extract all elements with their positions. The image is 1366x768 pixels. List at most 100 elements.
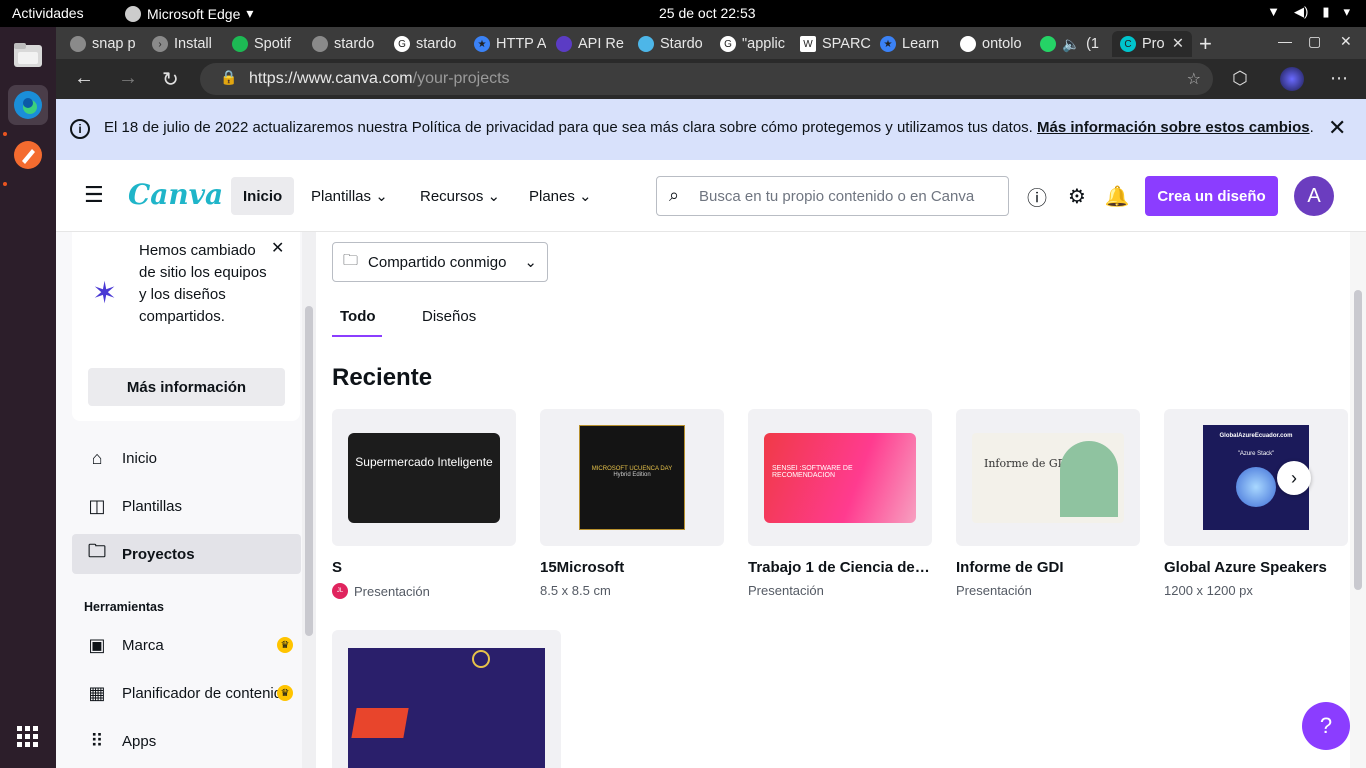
add-favorite-icon[interactable]: ☆ <box>1187 69 1201 89</box>
files-app-icon[interactable] <box>8 35 48 75</box>
browser-tab[interactable]: 🔈 (1 <box>1032 31 1112 57</box>
sidebar-item-proyectos[interactable]: 🗀 Proyectos <box>72 534 301 574</box>
design-type: Presentación <box>354 583 430 599</box>
tab-todo[interactable]: Todo <box>340 308 376 325</box>
browser-tab-active[interactable]: C Pro ✕ <box>1112 31 1192 57</box>
google-icon: G <box>720 36 736 52</box>
browser-tab[interactable]: W SPARC <box>792 31 872 57</box>
back-button[interactable]: ← <box>74 67 94 90</box>
browser-tab[interactable]: snap p <box>62 31 144 57</box>
chevron-down-icon: ⌄ <box>487 188 501 205</box>
nav-planes[interactable]: Planes ⌄ <box>517 177 604 215</box>
profile-avatar[interactable] <box>1280 67 1304 91</box>
show-apps-icon[interactable] <box>8 717 48 757</box>
design-card[interactable]: Supermercado Inteligente S JL Presentació… <box>332 409 516 599</box>
sidebar-item-marca[interactable]: ▣ Marca ♛ <box>72 625 301 665</box>
forward-button[interactable]: → <box>118 67 138 90</box>
whatsapp-icon <box>1040 36 1056 52</box>
browser-tab[interactable]: stardo <box>304 31 384 57</box>
design-title[interactable]: 15Microsoft <box>540 559 724 576</box>
globe-illustration <box>1236 467 1276 507</box>
settings-gear-icon[interactable]: ⚙ <box>1065 184 1089 208</box>
minimize-button[interactable]: — <box>1278 33 1292 49</box>
scrollbar-thumb[interactable] <box>305 306 313 636</box>
browser-tab[interactable]: G "applic <box>712 31 792 57</box>
logo-graphic <box>351 708 409 738</box>
help-button[interactable]: ? <box>1302 702 1350 750</box>
app-menu-label: Microsoft Edge <box>147 5 241 22</box>
activities-button[interactable]: Actividades <box>12 5 84 21</box>
design-thumbnail[interactable]: Informe de GDI <box>956 409 1140 546</box>
tab-disenos[interactable]: Diseños <box>422 308 476 325</box>
app-menu[interactable]: Microsoft Edge ▾ <box>125 5 253 22</box>
browser-tab[interactable]: Stardo <box>630 31 710 57</box>
user-avatar[interactable]: A <box>1294 176 1334 216</box>
address-bar[interactable]: 🔒 https://www.canva.com/your-projects ☆ <box>200 63 1213 95</box>
scrollbar-thumb[interactable] <box>1354 290 1362 590</box>
help-icon[interactable]: ⓘ <box>1025 184 1049 210</box>
thumbnail-preview <box>348 648 545 768</box>
notifications-bell-icon[interactable]: 🔔 <box>1105 184 1130 208</box>
close-tab-icon[interactable]: ✕ <box>1172 36 1184 52</box>
editor-app-icon[interactable] <box>8 135 48 175</box>
system-tray[interactable]: ▼ ◀) ▮ ▾ <box>1267 4 1350 20</box>
carousel-next-button[interactable]: › <box>1277 461 1311 495</box>
maximize-button[interactable]: ▢ <box>1308 33 1321 50</box>
design-thumbnail[interactable]: Supermercado Inteligente <box>332 409 516 546</box>
search-input[interactable] <box>699 185 999 207</box>
nav-recursos[interactable]: Recursos ⌄ <box>408 177 512 215</box>
browser-tab[interactable]: Gstardo <box>386 31 466 57</box>
new-tab-button[interactable]: + <box>1199 31 1212 57</box>
sidebar-scrollbar[interactable] <box>302 232 316 768</box>
design-card[interactable]: SENSEI :SOFTWARE DE RECOMENDACION Trabaj… <box>748 409 932 598</box>
sidebar-item-planificador[interactable]: ▦ Planificador de contenido ♛ <box>72 673 301 713</box>
clock[interactable]: 25 de oct 22:53 <box>659 5 756 21</box>
more-menu-icon[interactable]: ⋯ <box>1330 68 1348 89</box>
design-title[interactable]: Trabajo 1 de Ciencia de Datos <box>748 559 932 576</box>
browser-tab[interactable]: ontolo <box>952 31 1032 57</box>
sidebar-item-plantillas[interactable]: ◫ Plantillas <box>72 486 301 526</box>
create-design-button[interactable]: Crea un diseño <box>1145 176 1278 216</box>
volume-icon: ◀) <box>1293 4 1309 19</box>
reload-button[interactable]: ↻ <box>162 67 179 92</box>
browser-tab[interactable]: API Re <box>548 31 628 57</box>
close-window-button[interactable]: ✕ <box>1340 33 1352 50</box>
design-thumbnail[interactable]: SENSEI :SOFTWARE DE RECOMENDACION <box>748 409 932 546</box>
nav-inicio[interactable]: Inicio <box>231 177 295 215</box>
browser-tab[interactable]: ★ HTTP A <box>466 31 546 57</box>
banner-link[interactable]: Más información sobre estos cambios <box>1037 119 1310 136</box>
section-title: Reciente <box>332 364 433 391</box>
chevron-down-icon: ⌄ <box>579 188 592 205</box>
circle-decoration <box>472 650 490 668</box>
design-card[interactable] <box>332 630 561 768</box>
close-promo-icon[interactable]: ✕ <box>271 238 284 258</box>
browser-tab[interactable]: › Install <box>144 31 224 57</box>
design-size: 1200 x 1200 px <box>1164 583 1253 598</box>
design-title[interactable]: S <box>332 559 516 576</box>
design-card[interactable]: MICROSOFT UCUENCA DAY Hybrid Edition 15M… <box>540 409 724 598</box>
canva-logo[interactable]: Canva <box>128 178 223 211</box>
hamburger-menu-icon[interactable]: ☰ <box>84 182 104 208</box>
apps-grid-icon: ⠿ <box>90 730 104 751</box>
design-thumbnail[interactable]: GlobalAzureEcuador.com "Azure Stack" <box>1164 409 1348 546</box>
design-card[interactable]: GlobalAzureEcuador.com "Azure Stack" Glo… <box>1164 409 1348 598</box>
star-icon: ★ <box>474 36 490 52</box>
design-thumbnail[interactable]: MICROSOFT UCUENCA DAY Hybrid Edition <box>540 409 724 546</box>
design-title[interactable]: Global Azure Speakers <box>1164 559 1348 576</box>
nav-plantillas[interactable]: Plantillas ⌄ <box>299 177 400 215</box>
close-banner-icon[interactable]: ✕ <box>1328 115 1346 141</box>
browser-tab[interactable]: ★ Learn <box>872 31 952 57</box>
design-title[interactable]: Informe de GDI <box>956 559 1140 576</box>
shared-filter-dropdown[interactable]: 🗀 Compartido conmigo ⌄ <box>332 242 548 282</box>
design-card[interactable]: Informe de GDI Informe de GDI Presentaci… <box>956 409 1140 598</box>
search-box[interactable]: ⌕ <box>656 176 1009 216</box>
extensions-icon[interactable]: ⬡ <box>1232 68 1248 89</box>
browser-tab[interactable]: Spotif <box>224 31 304 57</box>
sidebar-item-apps[interactable]: ⠿ Apps <box>72 721 301 761</box>
main-scrollbar[interactable] <box>1350 232 1366 768</box>
chevron-down-icon: ▾ <box>1343 4 1350 19</box>
chevron-down-icon: ⌄ <box>375 188 388 205</box>
more-info-button[interactable]: Más información <box>88 368 285 406</box>
sidebar-item-inicio[interactable]: ⌂ Inicio <box>72 438 301 478</box>
edge-app-icon[interactable] <box>8 85 48 125</box>
